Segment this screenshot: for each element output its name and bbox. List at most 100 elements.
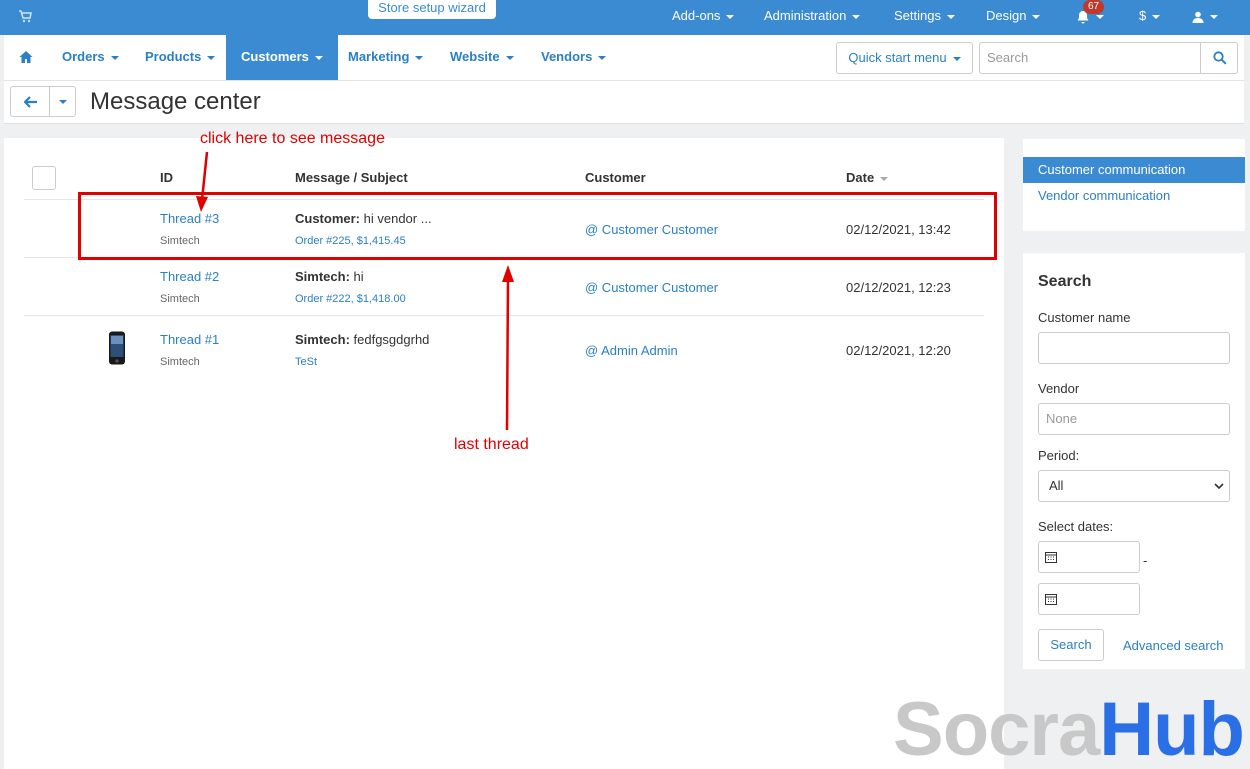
chevron-down-icon xyxy=(207,55,216,60)
order-link[interactable]: Order #222, $1,418.00 xyxy=(295,291,406,307)
back-button[interactable] xyxy=(10,86,50,117)
nav-marketing[interactable]: Marketing xyxy=(348,35,424,80)
period-select[interactable]: All xyxy=(1038,470,1230,502)
chevron-down-icon xyxy=(946,14,955,19)
thread-link[interactable]: Thread #2 xyxy=(160,269,219,285)
chevron-down-icon xyxy=(314,55,323,60)
customer-link[interactable]: @ Customer Customer xyxy=(585,280,718,296)
chevron-down-icon xyxy=(1096,14,1104,19)
arrow-left-icon xyxy=(24,96,37,108)
message-subject: Simtech: hi xyxy=(295,269,364,285)
chevron-down-icon xyxy=(1152,14,1161,19)
addons-menu-label: Add-ons xyxy=(672,8,721,23)
user-icon xyxy=(1192,11,1204,23)
currency-label: $ xyxy=(1139,8,1147,23)
header-id[interactable]: ID xyxy=(160,170,173,186)
administration-menu-label: Administration xyxy=(764,8,847,23)
thread-company: Simtech xyxy=(160,293,200,305)
chevron-down-icon xyxy=(1210,14,1218,19)
header-message[interactable]: Message / Subject xyxy=(295,170,408,186)
message-text: hi xyxy=(349,269,364,284)
global-search-input[interactable]: Search xyxy=(979,42,1201,74)
chevron-down-icon xyxy=(598,55,607,60)
nav-website-label: Website xyxy=(450,49,500,64)
highlight-rectangle xyxy=(78,192,997,260)
watermark-part2: Hub xyxy=(1099,687,1245,769)
product-thumbnail[interactable] xyxy=(108,331,126,365)
thread-company: Simtech xyxy=(160,356,200,368)
thread-link[interactable]: Thread #1 xyxy=(160,332,219,348)
customer-name-label: Customer name xyxy=(1038,310,1131,325)
watermark-part1: Socra xyxy=(893,687,1100,769)
calendar-icon xyxy=(1045,594,1057,605)
nav-customers-label: Customers xyxy=(241,49,309,64)
chevron-down-icon xyxy=(59,100,67,104)
header-date-label: Date xyxy=(846,170,875,185)
page-title: Message center xyxy=(90,88,261,115)
store-setup-wizard-button[interactable]: Store setup wizard xyxy=(368,0,496,19)
main-navigation: Orders Products Customers Marketing Webs… xyxy=(4,35,1244,81)
date-from-input[interactable] xyxy=(1038,541,1140,573)
sidebar-item-customer-communication[interactable]: Customer communication xyxy=(1023,157,1245,183)
chevron-down-icon xyxy=(505,55,514,60)
nav-vendors-label: Vendors xyxy=(541,49,593,64)
design-menu-label: Design xyxy=(986,8,1027,23)
nav-products-label: Products xyxy=(145,49,202,64)
notification-badge: 67 xyxy=(1083,0,1105,14)
product-link[interactable]: TeSt xyxy=(295,354,317,370)
nav-customers[interactable]: Customers xyxy=(226,35,338,80)
date-separator: - xyxy=(1143,553,1148,568)
annotation-last-thread: last thread xyxy=(454,436,529,453)
history-dropdown-button[interactable] xyxy=(49,86,76,117)
chevron-down-icon xyxy=(1214,483,1224,490)
global-search-button[interactable] xyxy=(1200,42,1238,74)
sidebar-item-vendor-communication[interactable]: Vendor communication xyxy=(1023,183,1245,209)
top-bar: Store setup wizard Add-ons Administratio… xyxy=(0,0,1250,35)
vendor-label: Vendor xyxy=(1038,381,1080,396)
vendor-input[interactable]: None xyxy=(1038,403,1230,435)
chevron-down-icon xyxy=(110,55,119,60)
search-panel-title: Search xyxy=(1038,273,1092,290)
home-icon[interactable] xyxy=(19,50,33,64)
message-author: Simtech: xyxy=(295,269,350,284)
message-author: Simtech: xyxy=(295,332,350,347)
quick-start-menu-button[interactable]: Quick start menu xyxy=(836,42,973,74)
settings-menu[interactable]: Settings xyxy=(894,0,955,35)
chevron-down-icon xyxy=(726,14,735,19)
nav-vendors[interactable]: Vendors xyxy=(541,35,607,80)
header-date[interactable]: Date xyxy=(846,170,889,186)
communication-sidebar: Customer communication Vendor communicat… xyxy=(1023,139,1245,231)
annotation-click-hint: click here to see message xyxy=(200,130,385,147)
select-dates-label: Select dates: xyxy=(1038,519,1114,534)
date-to-input[interactable] xyxy=(1038,583,1140,615)
advanced-search-link[interactable]: Advanced search xyxy=(1123,638,1223,653)
table-row[interactable]: Thread #2 Simtech Simtech: hi Order #222… xyxy=(24,257,984,315)
sort-down-icon xyxy=(880,176,889,181)
calendar-icon xyxy=(1045,552,1057,563)
administration-menu[interactable]: Administration xyxy=(764,0,861,35)
nav-website[interactable]: Website xyxy=(450,35,514,80)
customer-link[interactable]: @ Admin Admin xyxy=(585,343,678,359)
nav-orders-label: Orders xyxy=(62,49,105,64)
settings-menu-label: Settings xyxy=(894,8,941,23)
nav-products[interactable]: Products xyxy=(145,35,216,80)
search-button[interactable]: Search xyxy=(1038,629,1104,661)
chevron-down-icon xyxy=(415,55,424,60)
period-value: All xyxy=(1049,478,1064,493)
chevron-down-icon xyxy=(1032,14,1041,19)
thread-date: 02/12/2021, 12:20 xyxy=(846,343,951,358)
cart-icon[interactable] xyxy=(18,9,32,23)
addons-menu[interactable]: Add-ons xyxy=(672,0,735,35)
thread-date: 02/12/2021, 12:23 xyxy=(846,280,951,295)
currency-menu[interactable]: $ xyxy=(1139,0,1161,35)
select-all-checkbox[interactable] xyxy=(32,166,56,190)
nav-orders[interactable]: Orders xyxy=(62,35,119,80)
search-icon xyxy=(1213,51,1227,65)
design-menu[interactable]: Design xyxy=(986,0,1041,35)
chevron-down-icon xyxy=(852,14,861,19)
nav-marketing-label: Marketing xyxy=(348,49,410,64)
customer-name-input[interactable] xyxy=(1038,332,1230,364)
header-customer[interactable]: Customer xyxy=(585,170,646,186)
table-row[interactable]: Thread #1 Simtech Simtech: fedfgsgdgrhd … xyxy=(24,315,984,381)
user-menu[interactable] xyxy=(1192,0,1218,35)
